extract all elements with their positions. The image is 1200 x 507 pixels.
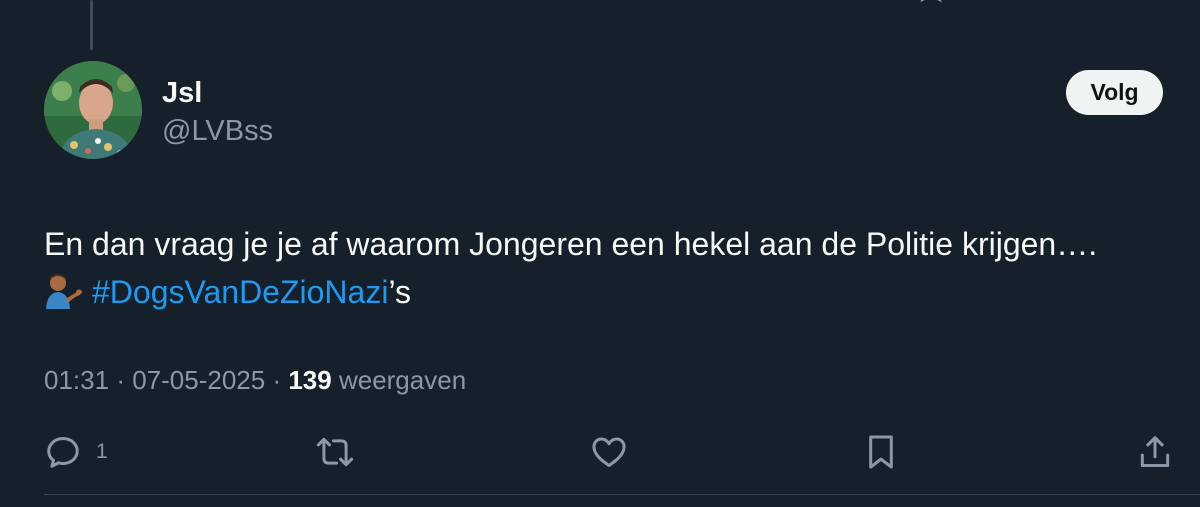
like-button[interactable] — [590, 432, 628, 472]
views-label: weergaven — [338, 365, 467, 395]
tweet-metadata: 01:31 · 07-05-2025 · 139 weergaven — [44, 362, 466, 398]
tweet-time[interactable]: 01:31 — [44, 365, 109, 395]
divider — [44, 494, 1200, 495]
reply-count: 1 — [96, 440, 108, 463]
meta-separator: · — [116, 365, 133, 395]
thread-connector-line — [90, 0, 93, 50]
tweet-text-line1: En dan vraag je je af waarom Jongeren ee… — [44, 226, 1098, 262]
bookmark-icon-partial — [920, 0, 942, 3]
hashtag-suffix: ’s — [388, 274, 411, 310]
reply-button[interactable]: 1 — [44, 432, 108, 472]
author-handle[interactable]: @LVBss — [162, 114, 273, 148]
retweet-icon — [316, 437, 354, 467]
profile-photo-icon — [44, 61, 142, 159]
hashtag-link[interactable]: #DogsVanDeZioNazi — [92, 274, 388, 310]
meta-separator: · — [272, 365, 289, 395]
follow-button[interactable]: Volg — [1066, 70, 1163, 115]
tweet-text-line2: #DogsVanDeZioNazi’s — [44, 268, 1184, 316]
share-button[interactable] — [1136, 432, 1174, 472]
tweet-date[interactable]: 07-05-2025 — [132, 365, 265, 395]
avatar[interactable] — [44, 61, 142, 159]
heart-icon — [592, 437, 626, 467]
views-count: 139 — [288, 365, 332, 395]
retweet-button[interactable] — [316, 432, 354, 472]
bookmark-icon — [869, 435, 893, 469]
man-tipping-hand-emoji-icon — [46, 274, 82, 309]
author-display-name[interactable]: Jsl — [162, 76, 202, 110]
reply-icon — [47, 437, 79, 468]
bookmark-button[interactable] — [862, 432, 900, 472]
tweet-body: En dan vraag je je af waarom Jongeren ee… — [44, 220, 1184, 316]
share-icon — [1140, 436, 1170, 467]
